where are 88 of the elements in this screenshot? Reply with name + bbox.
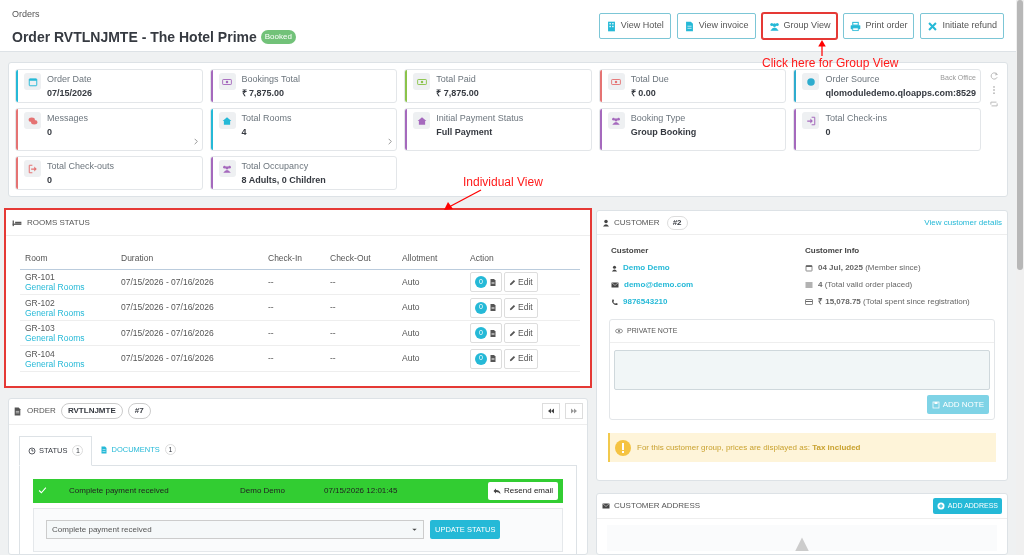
kpi-label: Total Check-outs (47, 160, 115, 173)
kpi-label: Total Due (630, 73, 669, 86)
panel-title: ORDER (27, 405, 56, 418)
kpi-value: 07/15/2026 (47, 86, 94, 100)
kpi-value: 8 Adults, 0 Children (241, 173, 327, 187)
header-button[interactable]: Group View (761, 13, 838, 39)
kpi-value: 4 (241, 125, 248, 139)
status-badge: Booked (260, 30, 296, 44)
column-header: Check-In (263, 248, 325, 270)
column-header: Room (20, 248, 116, 270)
section-heading: Customer Info (805, 245, 861, 257)
warning-text: For this customer group, prices are displayed as: Tax included (637, 441, 861, 454)
table-cell: -- (263, 294, 325, 321)
page-title: Order RVTLNJMTE - The Hotel Prime (12, 27, 257, 47)
kpi-label: Initial Payment Status (436, 112, 524, 125)
add-note-button[interactable]: ADD NOTE (926, 395, 989, 414)
room-number: GR-101 (25, 272, 56, 282)
kpi-value: 0 (47, 173, 53, 187)
kpi-label: Bookings Total (241, 73, 300, 86)
header-button[interactable]: Print order (843, 13, 915, 39)
table-cell: 07/15/2026 - 07/16/2026 (116, 320, 263, 346)
room-number: GR-104 (25, 348, 56, 359)
column-header: Allotment (397, 248, 465, 270)
kpi-label: Booking Type (630, 112, 686, 125)
kpi-value: 0 (47, 125, 53, 139)
kpi-label: Messages (47, 112, 89, 125)
table-cell: -- (325, 269, 397, 295)
panel-title: ROOMS STATUS (27, 216, 90, 229)
table-cell: -- (325, 294, 397, 321)
breadcrumb: Orders (12, 8, 41, 21)
table-cell: 07/15/2026 - 07/16/2026 (116, 294, 263, 321)
kpi-value: qlomoduledemo.qloapps.com:8529 (825, 86, 976, 100)
kpi-label: Order Source (825, 73, 880, 86)
section-heading: Customer (611, 245, 650, 257)
employee-name: Demo Demo (240, 484, 286, 497)
kpi-value: ₹ 7,875.00 (241, 86, 286, 100)
edit-button[interactable]: Edit (504, 272, 538, 292)
view-customer-details-link[interactable]: View customer details (924, 216, 1002, 229)
edit-button[interactable]: Edit (504, 348, 538, 369)
status-name: Complete payment received (69, 484, 170, 497)
table-cell: -- (263, 269, 325, 295)
edit-button[interactable]: Edit (504, 323, 538, 343)
kpi-value: Full Payment (436, 125, 494, 139)
room-type-link[interactable]: General Rooms (25, 282, 85, 292)
column-header: Check-Out (325, 248, 397, 270)
table-cell: -- (263, 320, 325, 346)
resend-email-button[interactable]: Resend email (488, 481, 558, 500)
kpi-value: 0 (825, 125, 832, 139)
info-text: 04 Jul, 2025 (Member since) (818, 262, 921, 274)
table-cell: Auto (397, 294, 465, 321)
table-cell: -- (325, 345, 397, 372)
kpi-label: Order Date (47, 73, 92, 86)
kpi-value: ₹ 0.00 (630, 86, 657, 100)
email-link[interactable]: demo@demo.com (624, 279, 694, 291)
customer-name-link[interactable]: Demo Demo (623, 262, 670, 274)
room-type-link[interactable]: General Rooms (25, 358, 85, 369)
table-cell: Auto (397, 269, 465, 295)
header-button[interactable]: View invoice (676, 13, 756, 39)
table-cell: Auto (397, 345, 465, 372)
column-header: Duration (116, 248, 263, 270)
status-select[interactable]: Complete payment received (46, 520, 424, 540)
info-text: 4 (Total valid order placed) (818, 279, 913, 291)
table-cell: 07/15/2026 - 07/16/2026 (116, 269, 263, 295)
table-cell: 07/15/2026 - 07/16/2026 (116, 345, 263, 372)
status-date: 07/15/2026 12:01:45 (324, 484, 398, 497)
annotation-text: Individual View (463, 174, 543, 191)
column-header: Action (465, 248, 580, 270)
edit-button[interactable]: Edit (504, 297, 538, 318)
header-button[interactable]: Initiate refund (920, 13, 1004, 39)
header-button[interactable]: View Hotel (598, 13, 671, 39)
room-type-link[interactable]: General Rooms (25, 333, 85, 343)
table-cell: Auto (397, 320, 465, 346)
annotation-text: Click here for Group View (762, 55, 899, 72)
kpi-value: Group Booking (630, 125, 698, 139)
table-cell: -- (325, 320, 397, 346)
panel-title: CUSTOMER (614, 216, 660, 229)
kpi-label: Total Paid (436, 73, 476, 86)
kpi-label: Total Check-ins (825, 112, 887, 125)
room-number: GR-102 (25, 297, 56, 308)
table-cell: -- (263, 345, 325, 372)
room-number: GR-103 (25, 323, 56, 333)
room-type-link[interactable]: General Rooms (25, 307, 85, 318)
phone-link[interactable]: 9876543210 (623, 296, 668, 308)
kpi-label: Total Occupancy (241, 160, 309, 173)
kpi-label: Total Rooms (241, 112, 292, 125)
panel-title: CUSTOMER ADDRESS (614, 500, 701, 512)
kpi-value: ₹ 7,875.00 (436, 86, 480, 100)
info-text: ₹ 15,078.75 (Total spent since registration) (818, 296, 970, 308)
